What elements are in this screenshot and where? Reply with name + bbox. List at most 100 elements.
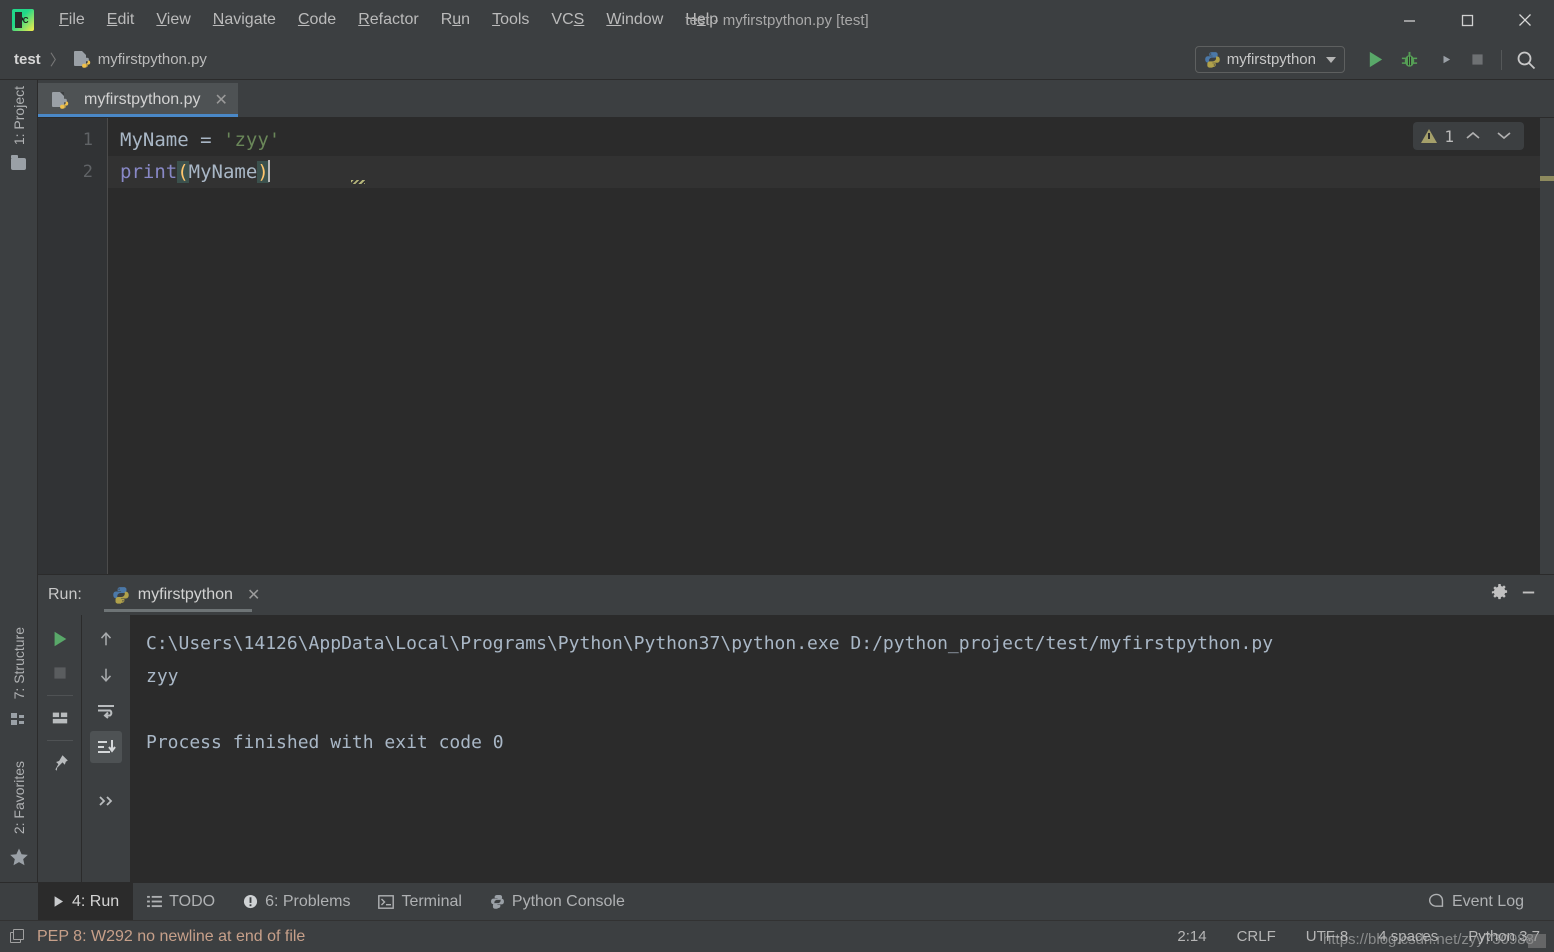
play-icon (54, 896, 64, 907)
menu-vcs[interactable]: VCS (540, 9, 595, 31)
python-file-icon (73, 51, 91, 68)
bottom-tab-problems-label: 6: Problems (265, 892, 351, 910)
maximize-button[interactable] (1438, 0, 1496, 40)
left-strip-top: 1: Project (11, 80, 27, 177)
soft-wrap-button[interactable] (90, 695, 122, 727)
warning-squiggle (351, 180, 365, 184)
logo-text: PC (17, 15, 29, 25)
run-tool-window: Run: myfirstpython ✕ C:\Users\14126\AppD… (38, 574, 1554, 882)
hide-panel-button[interactable] (1519, 583, 1538, 607)
run-tab[interactable]: myfirstpython ✕ (103, 578, 269, 612)
copy-stack-icon[interactable] (10, 928, 26, 945)
up-button[interactable] (90, 623, 122, 655)
run-toolbar-right (82, 615, 130, 882)
code-text-area[interactable]: MyName = 'zyy' print(MyName) 1 (108, 118, 1540, 574)
python-logo-icon (58, 98, 69, 109)
star-icon[interactable] (9, 847, 29, 867)
bottom-tab-python-console-label: Python Console (511, 892, 625, 910)
play-icon (54, 631, 66, 647)
token-variable: MyName (120, 129, 189, 151)
menu-file[interactable]: File (48, 9, 96, 31)
sidebar-item-project-label: 1: Project (10, 86, 27, 146)
editor-scrollbar[interactable] (1540, 118, 1554, 574)
structure-icon[interactable] (11, 712, 26, 726)
close-icon[interactable]: ✕ (214, 90, 227, 110)
scroll-to-end-icon (98, 740, 116, 753)
warning-triangle-icon (1421, 129, 1438, 143)
console-output[interactable]: C:\Users\14126\AppData\Local\Programs\Py… (130, 615, 1554, 882)
layout-icon (52, 712, 67, 724)
folder-icon[interactable] (11, 155, 26, 171)
editor-area: 1 2 MyName = 'zyy' print(MyName) 1 (38, 118, 1554, 574)
breadcrumb-file[interactable]: myfirstpython.py (98, 51, 207, 68)
menu-run[interactable]: Run (430, 9, 481, 31)
menu-view[interactable]: View (145, 9, 201, 31)
bottom-tab-problems[interactable]: 6: Problems (229, 883, 364, 920)
minimize-button[interactable] (1380, 0, 1438, 40)
bottom-tab-python-console[interactable]: Python Console (476, 883, 639, 920)
menu-edit[interactable]: Edit (96, 9, 146, 31)
layout-button[interactable] (44, 702, 76, 734)
token-argument: MyName (188, 161, 258, 183)
menu-help[interactable]: Help (674, 9, 729, 31)
stop-process-button[interactable] (44, 657, 76, 689)
pin-tab-button[interactable] (44, 747, 76, 779)
caret-position[interactable]: 2:14 (1177, 928, 1206, 945)
menu-refactor[interactable]: Refactor (347, 9, 429, 31)
settings-button[interactable] (1490, 583, 1509, 607)
bottom-bar-right: Event Log (1414, 893, 1538, 911)
bottom-tab-todo[interactable]: TODO (133, 883, 229, 920)
left-strip-bottom: 7: Structure 2: Favorites (9, 621, 29, 882)
menu-window[interactable]: Window (595, 9, 674, 31)
event-log-button[interactable]: Event Log (1414, 893, 1538, 911)
run-panel-body: C:\Users\14126\AppData\Local\Programs\Py… (38, 615, 1554, 882)
console-line-output: zyy (146, 666, 179, 687)
pin-icon (54, 755, 68, 771)
bottom-tab-run[interactable]: 4: Run (38, 883, 134, 920)
run-config-name: myfirstpython (1226, 51, 1316, 68)
balloon-icon (1428, 893, 1444, 907)
rerun-button[interactable] (44, 623, 76, 655)
window-controls (1380, 0, 1554, 40)
close-button[interactable] (1496, 0, 1554, 40)
editor-tab-label: myfirstpython.py (84, 91, 201, 108)
chevron-up-icon[interactable] (1461, 126, 1485, 146)
run-configuration-selector[interactable]: myfirstpython (1194, 46, 1345, 73)
line-separator[interactable]: CRLF (1237, 928, 1276, 945)
down-button[interactable] (90, 659, 122, 691)
menu-code[interactable]: Code (287, 9, 347, 31)
menu-navigate[interactable]: Navigate (202, 9, 287, 31)
run-button[interactable] (1359, 45, 1391, 75)
status-bar: PEP 8: W292 no newline at end of file 2:… (0, 920, 1554, 952)
minimize-icon (1403, 19, 1415, 22)
watermark-box (1528, 934, 1546, 948)
sidebar-item-favorites[interactable]: 2: Favorites (11, 755, 27, 840)
gear-icon (1491, 583, 1508, 600)
indent-setting[interactable]: 4 spaces (1378, 928, 1438, 945)
sidebar-item-structure[interactable]: 7: Structure (11, 621, 27, 705)
chevron-down-icon[interactable] (1492, 126, 1516, 146)
editor-tabs-bar: myfirstpython.py ✕ (38, 80, 1554, 118)
scroll-to-end-button[interactable] (90, 731, 122, 763)
run-with-coverage-button[interactable] (1427, 45, 1459, 75)
arrow-down-icon (100, 668, 112, 682)
close-icon[interactable]: ✕ (247, 585, 260, 605)
file-encoding[interactable]: UTF-8 (1306, 928, 1349, 945)
warning-stripe-mark[interactable] (1540, 176, 1554, 181)
menu-tools[interactable]: Tools (481, 9, 540, 31)
warning-count: 1 (1444, 126, 1454, 146)
debug-button[interactable] (1393, 45, 1425, 75)
editor-tab-myfirstpython[interactable]: myfirstpython.py ✕ (38, 83, 238, 117)
stop-button[interactable] (1461, 45, 1493, 75)
text-caret (267, 160, 270, 182)
bug-icon (1401, 51, 1417, 67)
play-icon (1369, 51, 1382, 68)
breadcrumb-project[interactable]: test (14, 51, 41, 68)
python-icon (113, 587, 129, 604)
sidebar-item-project[interactable]: 1: Project (11, 80, 27, 151)
bottom-tab-terminal[interactable]: Terminal (364, 883, 475, 920)
more-options-button[interactable] (90, 785, 122, 817)
toolbar-divider (46, 695, 73, 696)
search-everywhere-button[interactable] (1510, 45, 1542, 75)
